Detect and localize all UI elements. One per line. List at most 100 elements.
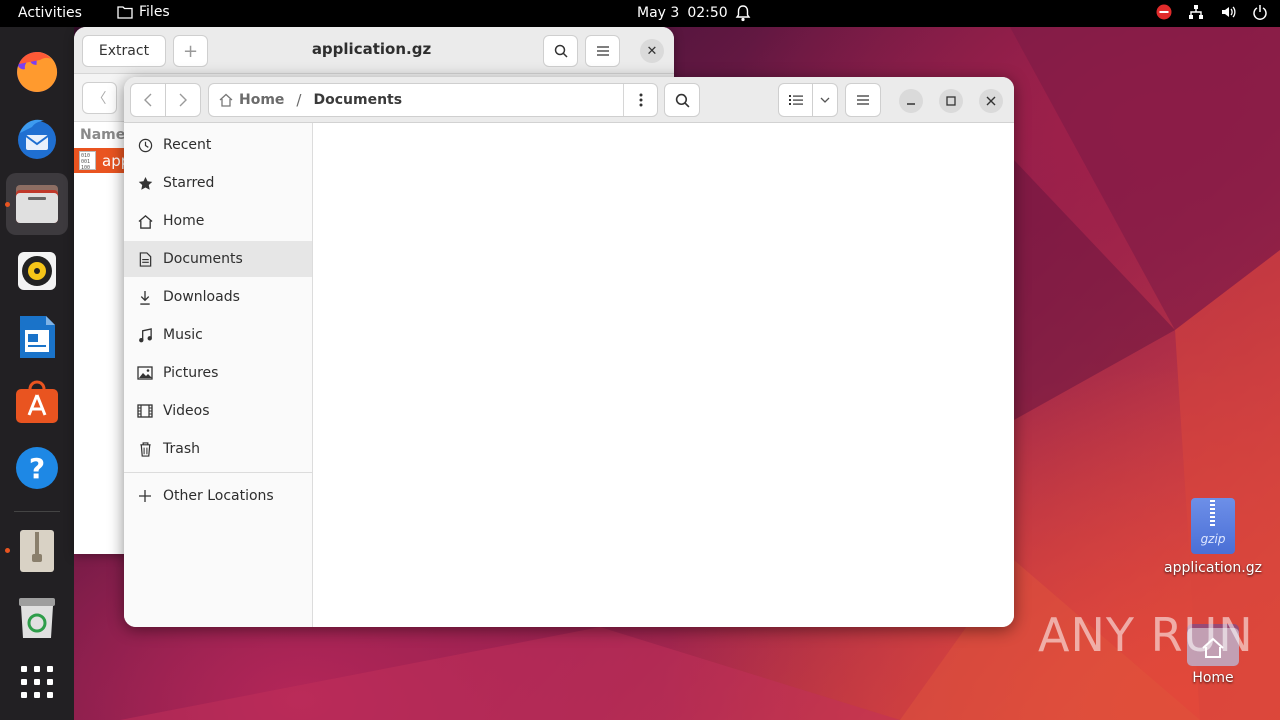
maximize-button[interactable] [939,89,963,113]
system-tray[interactable] [1156,4,1268,20]
file-view-area[interactable] [313,123,1014,627]
dock-rhythmbox[interactable] [14,248,60,294]
search-icon [554,44,568,58]
search-icon [675,93,689,107]
chevron-left-icon [144,93,152,107]
video-icon [137,404,153,418]
dock-app-center[interactable] [14,379,60,425]
sidebar-item-starred[interactable]: Starred [124,165,312,201]
places-sidebar: Recent Starred Home Documents Downloads … [124,123,313,627]
breadcrumb-home[interactable]: Home [219,92,284,108]
running-indicator [5,548,10,553]
archive-menu-button[interactable] [585,35,620,67]
sidebar-item-music[interactable]: Music [124,317,312,353]
sidebar-item-label: Other Locations [163,488,274,504]
minimize-icon [907,103,915,105]
minimize-button[interactable] [899,89,923,113]
dock-trash[interactable] [14,595,60,641]
kebab-icon [639,93,642,107]
path-bar[interactable]: Home / Documents [208,83,658,117]
picture-icon [137,366,153,380]
bell-icon[interactable] [735,4,751,22]
back-button[interactable] [130,83,166,117]
trash-icon [139,441,151,457]
app-center-icon [16,380,58,423]
activities-button[interactable]: Activities [18,5,82,21]
sidebar-item-other-locations[interactable]: Other Locations [124,478,312,514]
desktop-icon-application-gz[interactable]: gzip application.gz [1160,498,1266,576]
archive-search-button[interactable] [543,35,578,67]
sidebar-item-label: Trash [163,441,200,457]
music-icon [138,327,152,342]
sidebar-separator [124,472,312,473]
dock-writer[interactable] [14,314,60,360]
archive-icon [20,530,54,572]
path-menu-button[interactable] [623,84,657,116]
archive-close-button[interactable]: ✕ [640,39,664,63]
sidebar-item-label: Downloads [163,289,240,305]
sidebar-item-trash[interactable]: Trash [124,431,312,467]
view-options-button[interactable] [812,83,838,117]
dock-files[interactable] [6,173,68,235]
search-button[interactable] [664,83,700,117]
clock-time: 02:50 [687,5,728,21]
binary-file-icon: 010 001 100 [79,151,96,171]
home-icon [138,214,152,229]
sidebar-item-label: Pictures [163,365,219,381]
sidebar-item-documents[interactable]: Documents [124,241,312,277]
files-header-bar: Home / Documents [124,77,1014,123]
clock-icon [138,138,152,152]
files-window: Home / Documents Recent Starred Home Doc… [124,77,1014,627]
volume-icon[interactable] [1220,4,1236,20]
view-list-button[interactable] [778,83,813,117]
show-apps-button[interactable] [14,659,60,705]
close-button[interactable] [979,89,1003,113]
network-icon[interactable] [1188,4,1204,20]
dock-help[interactable]: ? [14,445,60,491]
home-icon [219,93,233,107]
sidebar-item-recent[interactable]: Recent [124,127,312,163]
dock-firefox[interactable] [14,49,60,95]
add-files-button[interactable]: + [173,35,208,67]
column-header-name[interactable]: Name [80,127,125,143]
maximize-icon [946,96,956,106]
sidebar-item-videos[interactable]: Videos [124,393,312,429]
folder-icon [117,6,133,19]
power-icon[interactable] [1252,4,1268,20]
sidebar-item-downloads[interactable]: Downloads [124,279,312,315]
archive-back-button[interactable]: 〈 [82,82,117,114]
help-icon: ? [16,447,58,489]
sidebar-item-label: Videos [163,403,210,419]
sidebar-item-home[interactable]: Home [124,203,312,239]
trash-icon [19,598,55,638]
sidebar-item-label: Starred [163,175,215,191]
forward-button[interactable] [165,83,201,117]
close-icon [986,96,996,106]
rhythmbox-icon [18,252,56,290]
hamburger-icon [596,46,609,56]
archive-header-bar: Extract + application.gz ✕ [74,27,674,74]
dock-thunderbird[interactable] [14,115,60,161]
do-not-disturb-icon[interactable] [1156,4,1172,20]
desktop-icon-label: application.gz [1164,560,1262,576]
files-icon [16,185,58,223]
chevron-down-icon [820,97,830,103]
star-icon [138,176,152,190]
breadcrumb-current[interactable]: Documents [313,92,402,108]
breadcrumb-home-label: Home [239,92,285,108]
sidebar-item-pictures[interactable]: Pictures [124,355,312,391]
clock-date: May 3 [637,5,680,21]
gzip-file-icon: gzip [1191,498,1235,554]
dock-archive-manager[interactable] [14,528,60,574]
desktop-icon-label: Home [1192,670,1234,686]
svg-text:?: ? [29,452,45,485]
clock[interactable]: May 3 02:50 [637,5,728,21]
chevron-left-icon: 〈 [92,91,107,107]
list-view-icon [788,95,803,105]
grid-icon [21,666,53,698]
top-bar: Activities Files May 3 02:50 [0,0,1280,27]
extract-button[interactable]: Extract [82,35,166,67]
main-menu-button[interactable] [845,83,881,117]
dock-separator [14,511,60,512]
app-menu[interactable]: Files [117,4,170,20]
